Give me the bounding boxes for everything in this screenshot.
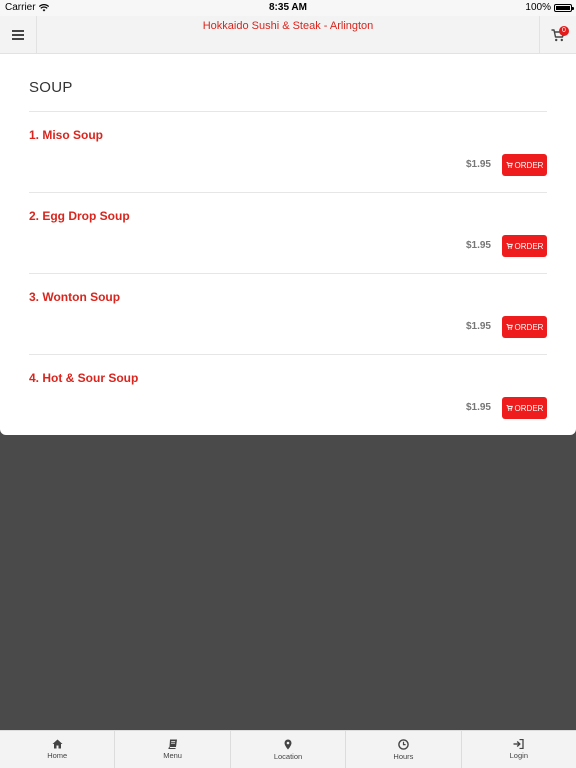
app-header: Hokkaido Sushi & Steak - Arlington 0 bbox=[0, 16, 576, 54]
item-price: $1.95 bbox=[465, 240, 491, 251]
item-name[interactable]: 3. Wonton Soup bbox=[29, 290, 120, 304]
cart-count-badge: 0 bbox=[559, 26, 569, 36]
order-label: ORDER bbox=[514, 241, 544, 251]
order-button[interactable]: ORDER bbox=[502, 235, 547, 257]
map-pin-icon bbox=[284, 739, 292, 749]
tab-label: Hours bbox=[393, 751, 414, 761]
menu-item: 4. Hot & Sour Soup $1.95 ORDER bbox=[29, 355, 547, 436]
menu-item-list: 1. Miso Soup $1.95 ORDER 2. Egg Drop Sou… bbox=[29, 112, 547, 436]
clock-icon bbox=[398, 738, 409, 750]
section-title: SOUP bbox=[29, 79, 73, 96]
menu-item: 1. Miso Soup $1.95 ORDER bbox=[29, 112, 547, 193]
item-name[interactable]: 1. Miso Soup bbox=[29, 128, 103, 142]
tab-label: Home bbox=[47, 751, 68, 760]
menu-panel: SOUP 1. Miso Soup $1.95 ORDER 2. Egg Dro… bbox=[0, 54, 576, 435]
tab-menu[interactable]: Menu bbox=[115, 731, 231, 768]
cart-small-icon bbox=[506, 162, 513, 168]
order-label: ORDER bbox=[514, 322, 544, 332]
order-label: ORDER bbox=[514, 160, 544, 170]
order-button[interactable]: ORDER bbox=[502, 154, 547, 176]
status-bar: Carrier 8:35 AM 100% bbox=[0, 0, 576, 16]
item-price: $1.95 bbox=[465, 321, 491, 332]
book-icon bbox=[167, 739, 177, 749]
tab-label: Login bbox=[509, 751, 528, 760]
tab-label: Menu bbox=[163, 751, 182, 760]
bottom-tab-bar: Home Menu Location Hours Login bbox=[0, 730, 576, 768]
tab-home[interactable]: Home bbox=[0, 731, 116, 768]
clock-time: 8:35 AM bbox=[269, 2, 307, 13]
cart-small-icon bbox=[506, 243, 513, 249]
tab-location[interactable]: Location bbox=[231, 731, 347, 768]
cart-button[interactable]: 0 bbox=[539, 16, 576, 54]
item-name[interactable]: 4. Hot & Sour Soup bbox=[29, 371, 138, 385]
tab-label: Location bbox=[273, 751, 303, 761]
order-label: ORDER bbox=[514, 403, 544, 413]
tab-login[interactable]: Login bbox=[462, 731, 576, 768]
cart-small-icon bbox=[506, 324, 513, 330]
order-button[interactable]: ORDER bbox=[502, 316, 547, 338]
item-price: $1.95 bbox=[465, 159, 491, 170]
item-name[interactable]: 2. Egg Drop Soup bbox=[29, 209, 130, 223]
tab-hours[interactable]: Hours bbox=[346, 731, 462, 768]
menu-item: 3. Wonton Soup $1.95 ORDER bbox=[29, 274, 547, 355]
login-icon bbox=[513, 739, 524, 749]
item-price: $1.95 bbox=[465, 402, 491, 413]
battery-indicator: 100% bbox=[525, 2, 574, 13]
menu-item: 2. Egg Drop Soup $1.95 ORDER bbox=[29, 193, 547, 274]
battery-percent: 100% bbox=[525, 2, 551, 13]
cart-small-icon bbox=[506, 405, 513, 411]
home-icon bbox=[52, 739, 63, 749]
order-button[interactable]: ORDER bbox=[502, 397, 547, 419]
battery-icon bbox=[554, 3, 574, 12]
restaurant-title: Hokkaido Sushi & Steak - Arlington bbox=[202, 20, 374, 32]
